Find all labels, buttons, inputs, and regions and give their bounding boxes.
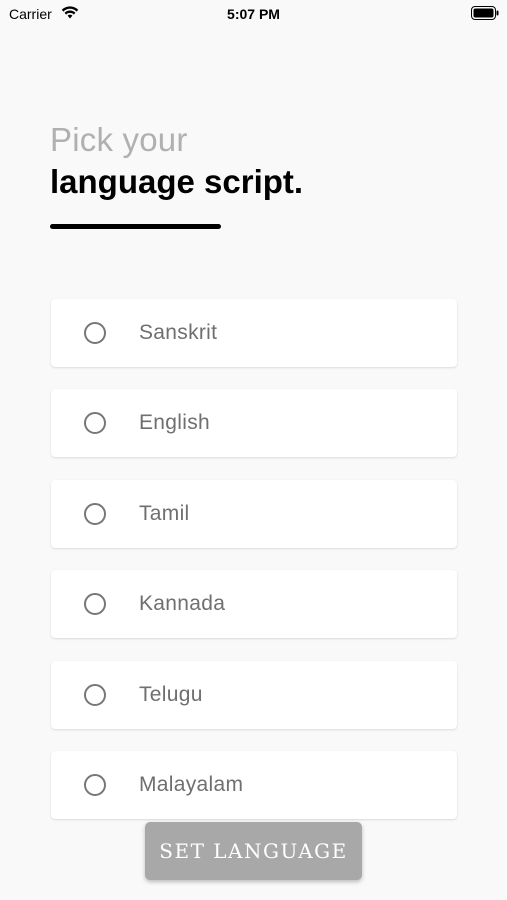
- language-label: English: [139, 411, 210, 435]
- set-language-button[interactable]: SET LANGUAGE: [145, 822, 362, 880]
- clock: 5:07 PM: [227, 6, 280, 22]
- radio-button-icon[interactable]: [84, 593, 106, 616]
- heading-underline: [50, 224, 221, 229]
- page-heading: Pick your language script.: [50, 120, 303, 204]
- language-label: Kannada: [139, 592, 226, 616]
- radio-button-icon[interactable]: [84, 773, 106, 796]
- language-label: Telugu: [139, 682, 203, 706]
- heading-title: language script.: [50, 163, 304, 200]
- language-option-sanskrit[interactable]: Sanskrit: [51, 299, 457, 367]
- status-bar: Carrier 5:07 PM: [0, 0, 507, 28]
- language-options-list: Sanskrit English Tamil Kannada Telugu Ma…: [51, 299, 457, 841]
- heading-subtitle: Pick your: [50, 121, 188, 158]
- language-label: Sanskrit: [139, 321, 218, 344]
- radio-button-icon[interactable]: [84, 502, 106, 525]
- radio-button-icon[interactable]: [84, 683, 106, 706]
- language-option-telugu[interactable]: Telugu: [51, 660, 457, 729]
- language-label: Tamil: [139, 501, 190, 525]
- language-option-tamil[interactable]: Tamil: [51, 479, 457, 548]
- radio-button-icon[interactable]: [84, 412, 106, 435]
- radio-button-icon[interactable]: [84, 322, 106, 344]
- language-option-english[interactable]: English: [51, 389, 457, 458]
- language-option-kannada[interactable]: Kannada: [51, 570, 457, 639]
- language-option-malayalam[interactable]: Malayalam: [51, 750, 457, 819]
- language-label: Malayalam: [139, 772, 244, 796]
- battery-icon: [471, 6, 499, 20]
